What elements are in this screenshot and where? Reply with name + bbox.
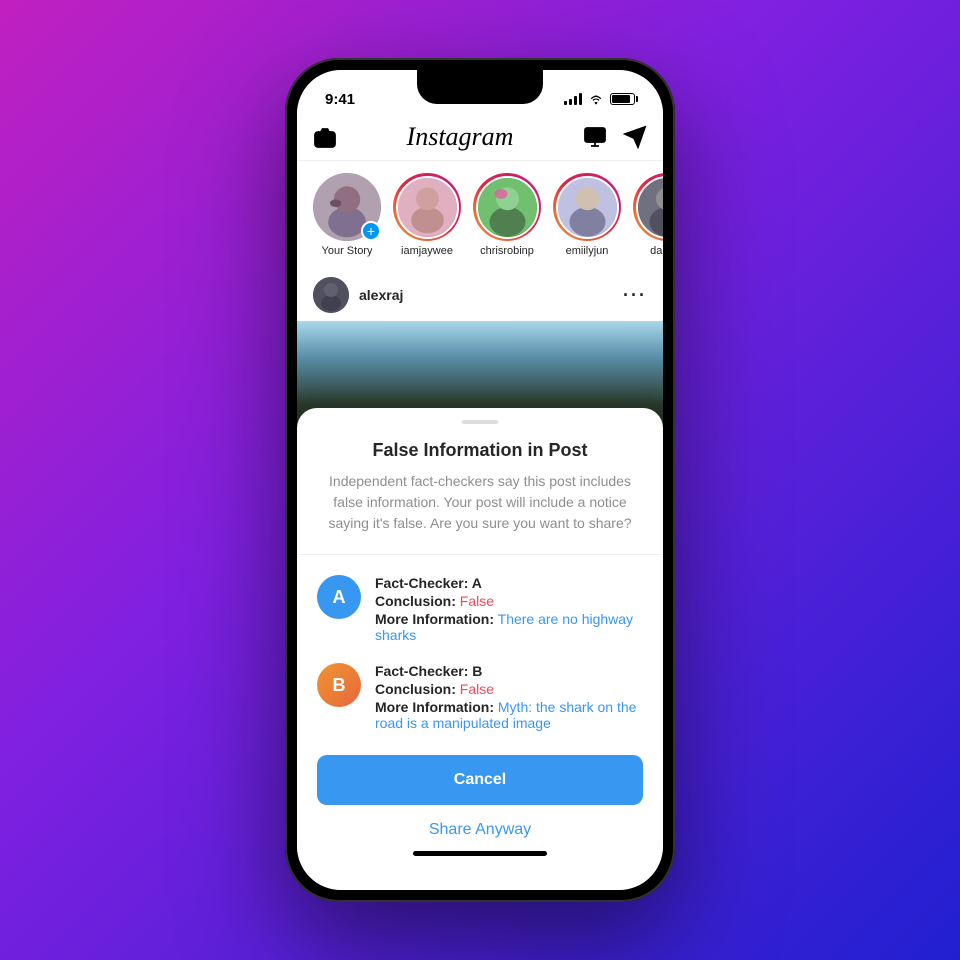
- post-more-options[interactable]: ···: [623, 285, 647, 306]
- story-username-dantob: dantob: [650, 245, 663, 257]
- false-info-modal: False Information in Post Independent fa…: [297, 408, 663, 890]
- story-item-your-story[interactable]: + Your Story: [313, 173, 381, 257]
- status-icons: [564, 93, 635, 105]
- post-avatar: [313, 277, 349, 313]
- stories-row: + Your Story iamjaywee: [297, 161, 663, 269]
- story-username-emiilyjun: emiilyjun: [566, 245, 609, 257]
- cancel-button[interactable]: Cancel: [317, 755, 643, 805]
- checker-b-conclusion: Conclusion: False: [375, 681, 643, 697]
- igtv-icon[interactable]: [583, 125, 607, 149]
- home-indicator: [413, 851, 547, 856]
- add-story-badge[interactable]: +: [361, 221, 381, 241]
- checker-a-name: Fact-Checker: A: [375, 575, 643, 591]
- checker-b-info: Fact-Checker: B Conclusion: False More I…: [375, 663, 643, 731]
- modal-divider: [297, 554, 663, 555]
- instagram-logo: Instagram: [407, 122, 514, 152]
- checker-b-conclusion-value: False: [460, 681, 494, 697]
- fact-checker-a: A Fact-Checker: A Conclusion: False More…: [317, 575, 643, 643]
- ig-header-icons: [583, 125, 647, 149]
- send-icon[interactable]: [623, 125, 647, 149]
- instagram-header: Instagram: [297, 114, 663, 161]
- modal-title: False Information in Post: [297, 440, 663, 461]
- checker-b-more-info: More Information: Myth: the shark on the…: [375, 699, 643, 731]
- wifi-icon: [588, 93, 604, 105]
- story-item-iamjaywee[interactable]: iamjaywee: [393, 173, 461, 257]
- fact-checkers-list: A Fact-Checker: A Conclusion: False More…: [297, 575, 663, 731]
- story-item-dantob[interactable]: dantob: [633, 173, 663, 257]
- story-username-chrisrobinp: chrisrobinp: [480, 245, 534, 257]
- checker-a-info: Fact-Checker: A Conclusion: False More I…: [375, 575, 643, 643]
- status-time: 9:41: [325, 91, 355, 108]
- post-username: alexraj: [359, 287, 403, 303]
- modal-buttons: Cancel Share Anyway: [297, 755, 663, 843]
- camera-icon[interactable]: [313, 125, 337, 149]
- fact-checker-b: B Fact-Checker: B Conclusion: False More…: [317, 663, 643, 731]
- phone-frame: 9:41: [285, 58, 675, 902]
- checker-a-conclusion: Conclusion: False: [375, 593, 643, 609]
- story-username-iamjaywee: iamjaywee: [401, 245, 453, 257]
- story-item-emiilyjun[interactable]: emiilyjun: [553, 173, 621, 257]
- story-item-chrisrobinp[interactable]: chrisrobinp: [473, 173, 541, 257]
- notch: [417, 70, 543, 104]
- modal-drag-handle: [462, 420, 498, 424]
- checker-b-name: Fact-Checker: B: [375, 663, 643, 679]
- checker-b-avatar: B: [317, 663, 361, 707]
- story-username-your-story: Your Story: [322, 245, 373, 257]
- post-user[interactable]: alexraj: [313, 277, 403, 313]
- battery-icon: [610, 93, 635, 105]
- modal-description: Independent fact-checkers say this post …: [297, 471, 663, 534]
- share-anyway-button[interactable]: Share Anyway: [317, 817, 643, 843]
- checker-a-avatar: A: [317, 575, 361, 619]
- checker-a-more-info: More Information: There are no highway s…: [375, 611, 643, 643]
- signal-icon: [564, 93, 582, 105]
- phone-screen: 9:41: [297, 70, 663, 890]
- checker-a-conclusion-value: False: [460, 593, 494, 609]
- post-header: alexraj ···: [297, 269, 663, 321]
